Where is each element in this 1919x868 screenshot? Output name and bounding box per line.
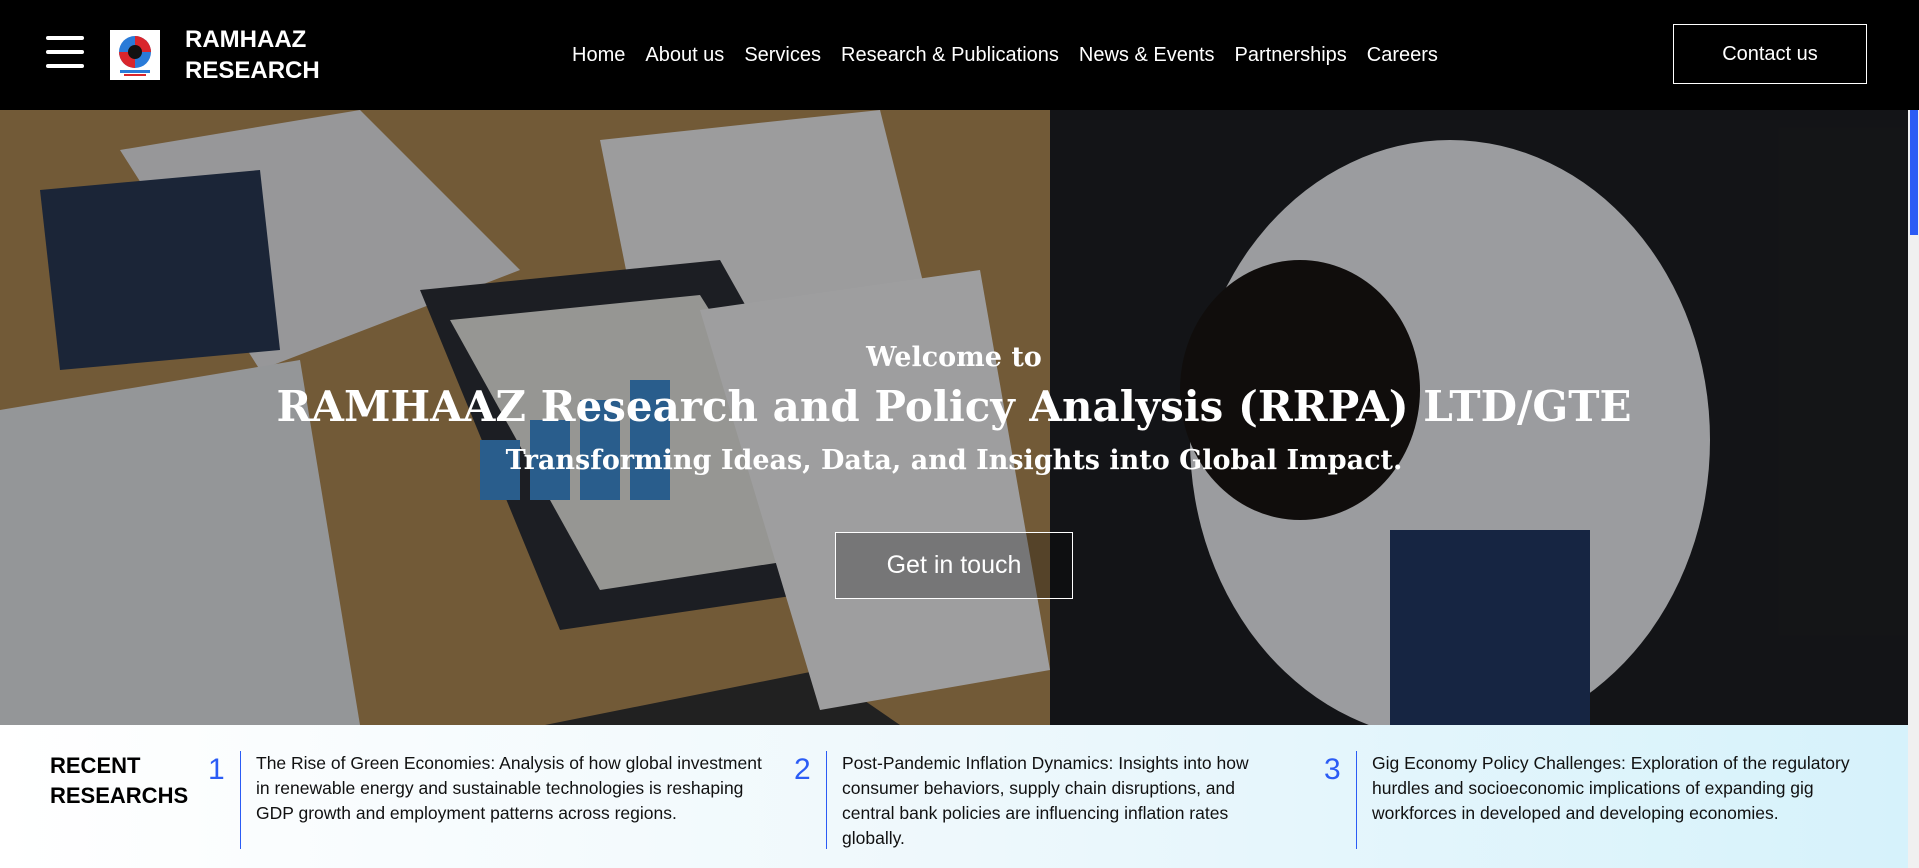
research-item-divider — [240, 751, 241, 849]
research-item-number: 3 — [1324, 753, 1341, 786]
main-nav: Home About us Services Research & Public… — [572, 44, 1458, 67]
research-item-divider — [826, 751, 827, 849]
hero-welcome: Welcome to — [866, 342, 1042, 373]
recent-research-heading: RECENT RESEARCHS — [50, 751, 200, 811]
nav-research-publications[interactable]: Research & Publications — [841, 44, 1059, 67]
recent-heading-line-2: RESEARCHS — [50, 783, 189, 808]
nav-news-events[interactable]: News & Events — [1079, 44, 1215, 67]
hamburger-menu-icon[interactable] — [46, 36, 84, 70]
nav-home[interactable]: Home — [572, 44, 625, 67]
research-item-text: Gig Economy Policy Challenges: Explorati… — [1372, 753, 1850, 823]
nav-about-us[interactable]: About us — [645, 44, 724, 67]
recent-research-section: RECENT RESEARCHS 1 The Rise of Green Eco… — [0, 725, 1908, 868]
hero-title: RAMHAAZ Research and Policy Analysis (RR… — [276, 382, 1632, 431]
nav-partnerships[interactable]: Partnerships — [1235, 44, 1347, 67]
brand-line-2: RESEARCH — [185, 57, 320, 84]
research-item-number: 1 — [208, 753, 225, 786]
hero-section: Welcome to RAMHAAZ Research and Policy A… — [0, 110, 1908, 725]
brand-logo[interactable] — [110, 30, 160, 80]
research-item-text: The Rise of Green Economies: Analysis of… — [256, 753, 762, 823]
brand-name[interactable]: RAMHAAZ RESEARCH — [185, 24, 335, 86]
nav-careers[interactable]: Careers — [1367, 44, 1438, 67]
recent-heading-line-1: RECENT — [50, 753, 141, 778]
research-item-number: 2 — [794, 753, 811, 786]
contact-us-button[interactable]: Contact us — [1673, 24, 1867, 84]
hero-tagline: Transforming Ideas, Data, and Insights i… — [505, 445, 1403, 476]
research-item-text: Post-Pandemic Inflation Dynamics: Insigh… — [842, 753, 1249, 848]
research-item-divider — [1356, 751, 1357, 849]
scrollbar-thumb[interactable] — [1910, 110, 1918, 235]
page-scrollbar[interactable] — [1908, 110, 1919, 868]
brand-line-1: RAMHAAZ — [185, 26, 307, 53]
get-in-touch-button[interactable]: Get in touch — [835, 532, 1073, 599]
site-header: RAMHAAZ RESEARCH Home About us Services … — [0, 0, 1919, 110]
nav-services[interactable]: Services — [744, 44, 821, 67]
